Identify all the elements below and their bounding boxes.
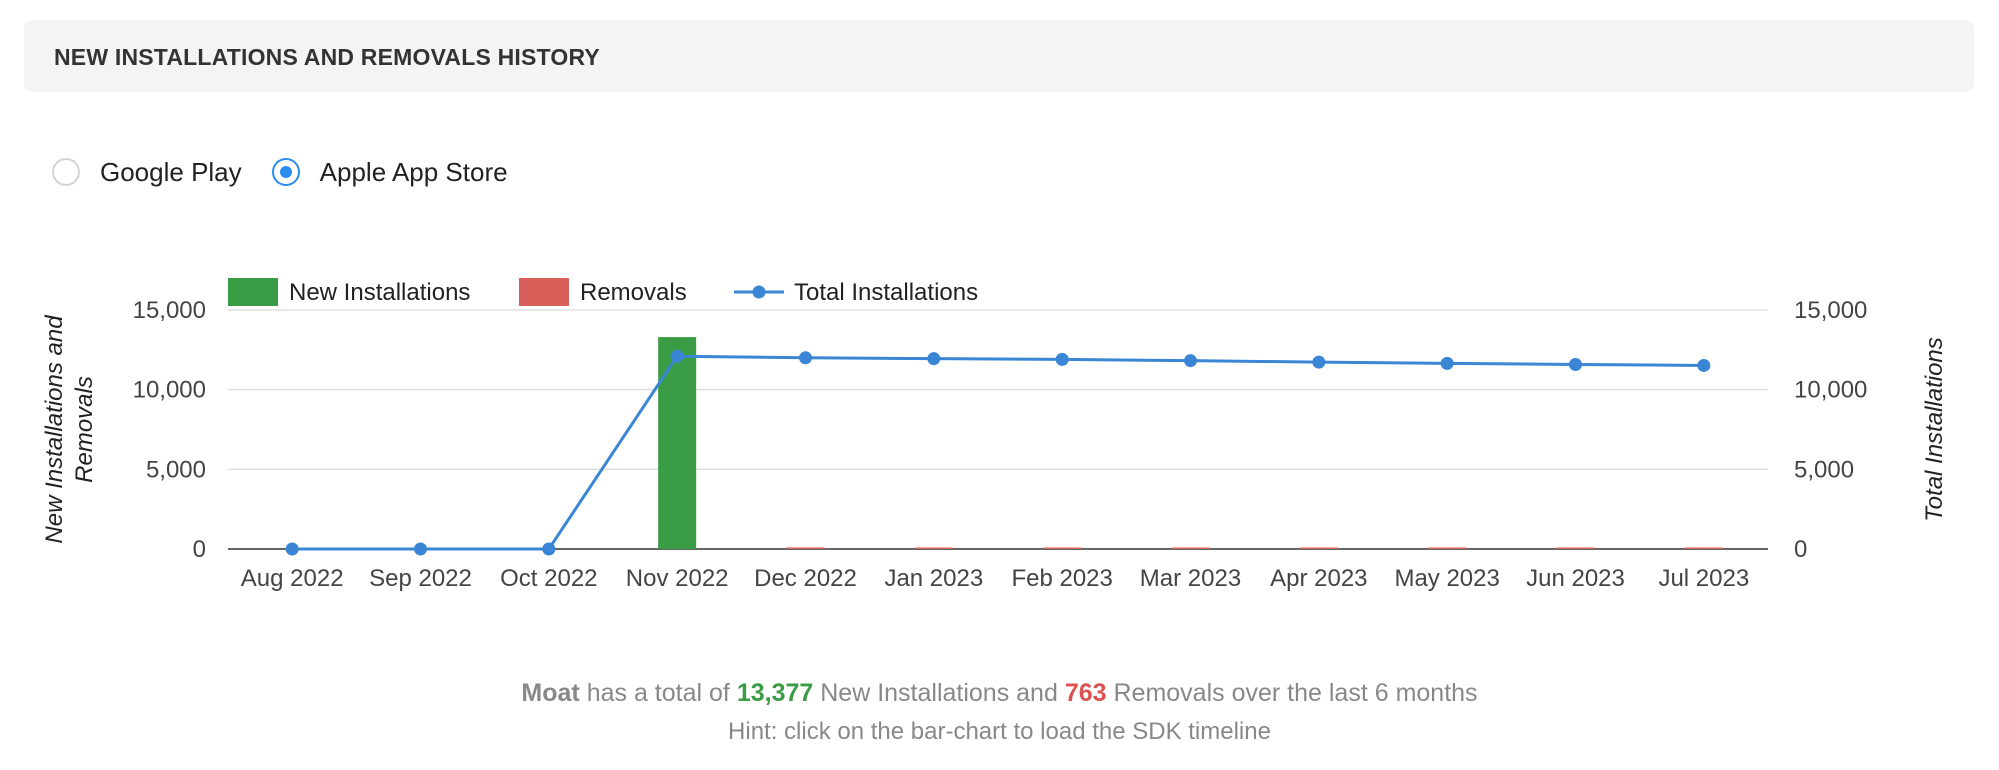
summary-text-1: has a total of	[586, 679, 730, 707]
installations-chart[interactable]: 0 0 5,000 5,000 10,000 10,000 15,000 15,000 Aug …	[0, 0, 1999, 640]
removals-bar[interactable]	[1171, 547, 1210, 550]
bars[interactable]	[658, 337, 1723, 549]
summary-text-3: Removals over the last 6 months	[1113, 679, 1478, 707]
removals-bar[interactable]	[786, 547, 825, 549]
total-installations-point	[799, 351, 812, 365]
removals-bar[interactable]	[1556, 547, 1595, 550]
total-installations-point	[1697, 358, 1711, 372]
removals-bar[interactable]	[1428, 547, 1467, 550]
x-tick-label: Apr 2023	[1270, 565, 1367, 592]
x-tick-label: Nov 2022	[626, 565, 729, 592]
page: NEW INSTALLATIONS AND REMOVALS HISTORY G…	[0, 0, 1999, 770]
hint-text: Hint: click on the bar-chart to load the…	[728, 718, 1271, 745]
total-installations-point	[670, 349, 684, 363]
removals-bar[interactable]	[1043, 547, 1082, 550]
x-tick-label: Mar 2023	[1140, 565, 1241, 592]
total-installations-point	[1184, 354, 1197, 368]
y-axis-title-right: Total Installations	[1921, 337, 1948, 522]
x-tick-label: Jun 2023	[1526, 565, 1625, 592]
y-tick-label-left: 15,000	[133, 297, 206, 324]
y-tick-label-right: 10,000	[1794, 377, 1867, 404]
legend-label-new-installations: New Installations	[289, 279, 470, 306]
chart-legend: New Installations Removals Total Installat…	[228, 278, 978, 306]
total-installations-point	[1440, 356, 1454, 370]
legend-label-removals: Removals	[580, 279, 687, 306]
y-axis-title-left-line-2: Removals	[71, 376, 98, 483]
total-installations-polyline	[292, 354, 1704, 551]
legend-swatch-new-installations	[228, 278, 278, 306]
y-tick-label-right: 5,000	[1794, 456, 1854, 483]
legend-label-total-installations: Total Installations	[794, 279, 978, 306]
y-tick-label-right: 15,000	[1794, 297, 1867, 324]
y-axis-title-left: New Installations and Removals	[41, 315, 98, 544]
y-tick-label-right: 0	[1794, 536, 1807, 563]
x-tick-label: May 2023	[1394, 565, 1499, 592]
legend-marker-total-installations	[752, 285, 766, 299]
removals-bar[interactable]	[1684, 547, 1723, 550]
total-installations-point	[414, 542, 427, 556]
x-tick-label: Feb 2023	[1011, 565, 1112, 592]
app-name: Moat	[521, 679, 580, 707]
x-tick-label: Aug 2022	[241, 565, 344, 592]
removals-bar[interactable]	[914, 547, 953, 550]
x-tick-label: Sep 2022	[369, 565, 472, 592]
x-tick-label: Jul 2023	[1658, 565, 1749, 592]
total-installations-point	[285, 542, 299, 556]
summary-text-2: New Installations and	[820, 679, 1058, 707]
total-installations-point	[1055, 352, 1069, 366]
new-installations-bar[interactable]	[658, 337, 697, 549]
total-installations-point	[1312, 355, 1326, 369]
total-installations-line	[285, 349, 1711, 556]
y-tick-label-left: 0	[193, 536, 206, 563]
total-installations-point	[542, 542, 556, 556]
x-tick-label: Dec 2022	[754, 565, 857, 592]
grid-lines	[228, 309, 1768, 550]
x-tick-label: Jan 2023	[884, 565, 983, 592]
removals-total: 763	[1064, 679, 1107, 707]
total-installations-point	[1569, 357, 1582, 371]
removals-bar[interactable]	[1299, 547, 1338, 550]
x-tick-label: Oct 2022	[500, 565, 597, 592]
y-tick-label-left: 10,000	[133, 377, 206, 404]
summary-text: Moat has a total of 13,377 New Installat…	[0, 679, 1999, 708]
y-axis-title-left-line-1: New Installations and	[41, 315, 68, 544]
y-tick-label-left: 5,000	[146, 456, 206, 483]
total-installations-point	[927, 352, 941, 366]
new-installations-total: 13,377	[736, 679, 814, 707]
legend-swatch-removals	[519, 278, 569, 306]
